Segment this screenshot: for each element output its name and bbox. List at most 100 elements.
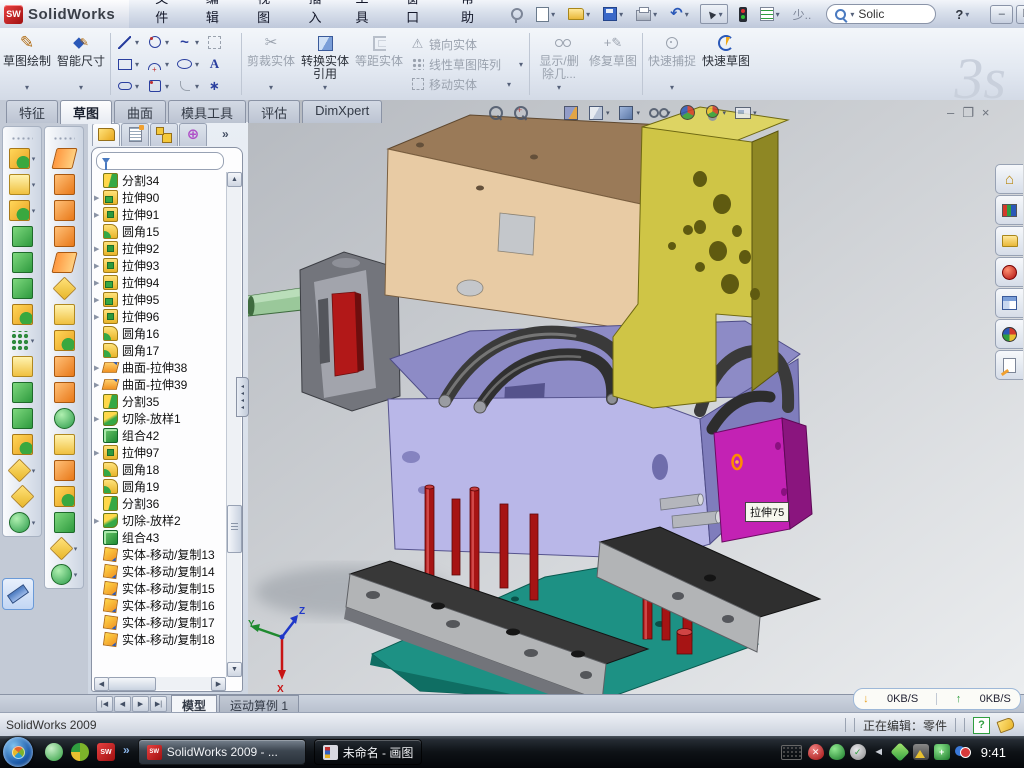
- tray-icon[interactable]: [829, 744, 845, 760]
- expand-arrow-icon[interactable]: ▶: [94, 279, 103, 287]
- doc-close-button[interactable]: ×: [982, 106, 990, 120]
- task-pane-button[interactable]: ⌂: [995, 164, 1023, 194]
- input-method-keyboard-icon[interactable]: [781, 745, 802, 760]
- graphics-viewport[interactable]: Y Z X: [248, 100, 1024, 694]
- feature-tree-item[interactable]: ▶ 曲面-拉伸39: [94, 376, 227, 393]
- mirror-entities-button[interactable]: ⚠镜向实体: [410, 36, 523, 53]
- view-tool-button[interactable]: [562, 104, 579, 121]
- slot-tool[interactable]: ▾: [117, 79, 139, 93]
- tree-vertical-scrollbar[interactable]: ▲ ▼: [226, 172, 241, 677]
- quick-tips-icon[interactable]: ?: [973, 717, 990, 734]
- expand-arrow-icon[interactable]: ▶: [94, 245, 103, 253]
- tray-icon[interactable]: [955, 744, 971, 760]
- doc-minimize-button[interactable]: –: [947, 106, 954, 120]
- dimxpertmanager-tab[interactable]: ⊕: [179, 123, 207, 146]
- tray-icon[interactable]: [913, 744, 929, 760]
- feature-tree-item[interactable]: ▶ 拉伸91: [94, 206, 227, 223]
- tray-icon[interactable]: ✓: [850, 744, 866, 760]
- expand-arrow-icon[interactable]: ▶: [94, 262, 103, 270]
- configurationmanager-tab[interactable]: [150, 123, 178, 146]
- surface-tool-button[interactable]: [54, 253, 75, 272]
- expand-arrow-icon[interactable]: ▶: [94, 517, 103, 525]
- command-tab[interactable]: 曲面: [114, 100, 166, 123]
- taskbar-button[interactable]: 未命名 - 画图: [314, 739, 423, 765]
- scroll-thumb[interactable]: [227, 505, 242, 553]
- feature-tool-button[interactable]: [12, 305, 33, 324]
- point-tool[interactable]: ∗: [207, 79, 222, 93]
- feature-tool-button[interactable]: [9, 201, 36, 220]
- smart-dimension-button[interactable]: ◆✎ 智能尺寸▾: [54, 28, 108, 100]
- feature-tree-item[interactable]: ▶ 分割36: [94, 495, 227, 512]
- undo-icon[interactable]: ↶▾: [668, 6, 691, 22]
- feature-tree-item[interactable]: ▶ 实体-移动/复制18: [94, 631, 227, 648]
- view-tool-button[interactable]: [648, 104, 671, 121]
- measure-tool-button-pressed[interactable]: [2, 578, 34, 610]
- document-tab[interactable]: 模型: [171, 695, 217, 713]
- task-pane-button[interactable]: [995, 288, 1023, 318]
- expand-arrow-icon[interactable]: ▶: [94, 449, 103, 457]
- expand-arrow-icon[interactable]: ▶: [94, 313, 103, 321]
- polygon-tool[interactable]: ▾: [147, 79, 169, 93]
- feature-tree-item[interactable]: ▶ 拉伸90: [94, 189, 227, 206]
- feature-tool-button[interactable]: [12, 227, 33, 246]
- view-tool-button[interactable]: [679, 104, 696, 121]
- feature-tree-item[interactable]: ▶ 圆角18: [94, 461, 227, 478]
- rebuild-traffic-light-icon[interactable]: [737, 5, 749, 24]
- rectangle-tool[interactable]: ▾: [117, 57, 139, 71]
- trim-entities-button[interactable]: ✂ 剪裁实体▾: [244, 28, 298, 100]
- spline-tool[interactable]: ~▾: [177, 35, 199, 49]
- view-tool-button[interactable]: [512, 104, 529, 121]
- surface-tool-button[interactable]: [54, 513, 75, 532]
- task-pane-button[interactable]: [995, 257, 1023, 287]
- task-pane-button[interactable]: [995, 319, 1023, 349]
- feature-tree-item[interactable]: ▶ 拉伸96: [94, 308, 227, 325]
- feature-tree-item[interactable]: ▶ 实体-移动/复制16: [94, 597, 227, 614]
- surface-tool-button[interactable]: [54, 175, 75, 194]
- sketch-button[interactable]: ✎ 草图绘制▾: [0, 28, 54, 100]
- feature-tree-item[interactable]: ▶ 切除-放样1: [94, 410, 227, 427]
- tree-filter-input[interactable]: [96, 152, 224, 170]
- start-button[interactable]: [3, 737, 33, 767]
- feature-tree-item[interactable]: ▶ 实体-移动/复制15: [94, 580, 227, 597]
- quick-launch-solidworks-icon[interactable]: SW: [97, 743, 115, 761]
- feature-tree-item[interactable]: ▶ 分割35: [94, 393, 227, 410]
- pin-icon[interactable]: [509, 6, 525, 22]
- convert-entities-button[interactable]: 转换实体引用▾: [298, 28, 352, 100]
- expand-arrow-icon[interactable]: ▶: [94, 211, 103, 219]
- panel-splitter-handle[interactable]: ◂◂◂◂: [236, 377, 249, 417]
- feature-tool-button[interactable]: [9, 513, 36, 532]
- open-icon[interactable]: ▾: [566, 6, 592, 22]
- feature-tool-button[interactable]: [9, 175, 36, 194]
- restore-button[interactable]: ❐: [1016, 5, 1024, 24]
- next-tab-button[interactable]: ▶: [132, 696, 149, 712]
- propertymanager-tab[interactable]: [121, 123, 149, 146]
- feature-tree-item[interactable]: ▶ 切除-放样2: [94, 512, 227, 529]
- hscroll-thumb[interactable]: [108, 677, 156, 691]
- view-tool-button[interactable]: [618, 104, 641, 121]
- feature-tool-button[interactable]: [12, 409, 33, 428]
- quick-launch-overflow-chevron[interactable]: »: [123, 743, 130, 761]
- feature-tool-button[interactable]: [9, 461, 36, 480]
- surface-tool-button[interactable]: [54, 201, 75, 220]
- view-tool-button[interactable]: [487, 104, 504, 121]
- save-icon[interactable]: ▾: [601, 5, 625, 23]
- surface-tool-button[interactable]: [54, 279, 75, 298]
- select-icon[interactable]: ▲▾: [700, 4, 728, 24]
- circle-tool[interactable]: ▾: [147, 35, 169, 49]
- move-entities-button[interactable]: 移动实体▾: [410, 76, 523, 93]
- surface-tool-button[interactable]: [54, 461, 75, 480]
- prev-tab-button[interactable]: ◀: [114, 696, 131, 712]
- feature-tree-item[interactable]: ▶ 拉伸93: [94, 257, 227, 274]
- feature-tree-item[interactable]: ▶ 实体-移动/复制17: [94, 614, 227, 631]
- rapid-sketch-button[interactable]: 快速草图: [699, 28, 753, 100]
- help-icon[interactable]: ?▾: [945, 5, 971, 24]
- feature-tree-item[interactable]: ▶ 拉伸92: [94, 240, 227, 257]
- tree-horizontal-scrollbar[interactable]: ◀ ▶: [94, 677, 226, 690]
- command-tab[interactable]: 模具工具: [168, 100, 246, 123]
- feature-tool-button[interactable]: [12, 279, 33, 298]
- tray-icon[interactable]: ✕: [808, 744, 824, 760]
- search-input[interactable]: ▾ Solic: [826, 4, 936, 24]
- minimize-button[interactable]: –: [990, 5, 1013, 24]
- selection-box-tool[interactable]: [207, 35, 222, 49]
- view-tool-button[interactable]: [734, 104, 757, 121]
